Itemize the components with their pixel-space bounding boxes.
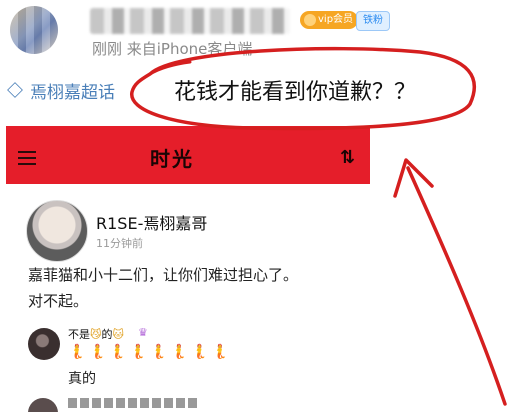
topic-label: 焉栩嘉超话 [30,83,115,103]
mermaid-emoji-icon: 🧜 [108,344,130,360]
inner-post-text-line2: 对不起。 [28,292,89,310]
vip-label: vip会员 [318,14,354,25]
poster-username-blurred[interactable] [90,8,290,34]
topic-link[interactable]: 焉栩嘉超话 [7,78,115,103]
inner-post-author[interactable]: R1SE-焉栩嘉哥 [96,210,207,234]
annotation-circle-overlap [148,60,192,76]
comment-user-suffix: 的 [101,328,113,341]
poster-avatar[interactable] [10,6,58,54]
mermaid-emoji-icon: 🧜 [68,344,89,360]
banner-title: 时光 [150,147,194,171]
annotation-arrow-head [393,158,434,198]
comment-user-prefix: 不是 [68,328,90,341]
next-comment-avatar [28,398,58,412]
vip-icon [304,14,316,26]
menu-icon[interactable] [18,151,36,165]
crown-icon: ♛ [138,326,148,339]
comment-avatar[interactable] [28,328,60,360]
mermaid-emoji-icon: 🧜 [211,344,232,360]
mermaid-emoji-icon: 🧜 [190,344,212,360]
diamond-icon [7,82,23,98]
iron-fan-badge: 铁粉 [356,11,390,31]
annotation-arrow-shaft [406,166,507,406]
mermaid-emoji-icon: 🧜 [88,344,109,360]
inner-post-text-line1: 嘉菲猫和小十二们，让你们难过担心了。 [28,266,299,284]
cat-emoji-icon: 🐱 [112,328,124,341]
emoji-row: 🧜🧜🧜🧜🧜🧜🧜🧜 [68,344,232,360]
cat-emoji-icon: 😼 [90,328,102,341]
comment-text: 真的 [68,371,96,387]
post-text: 花钱才能看到你道歉？？ [174,80,417,105]
next-comment-partial [26,398,326,412]
sort-icon[interactable]: ⇅ [340,147,355,168]
vip-badge: vip会员 [300,11,359,29]
mermaid-emoji-icon: 🧜 [170,344,191,360]
inner-post-time: 11分钟前 [96,237,143,250]
comment-username[interactable]: 不是😼的🐱 [68,326,124,342]
mermaid-emoji-icon: 🧜 [129,344,150,360]
mermaid-emoji-icon: 🧜 [149,344,171,360]
post-meta: 刚刚 来自iPhone客户端 [92,40,253,58]
next-comment-blurred-text [68,398,198,408]
inner-post-avatar[interactable] [26,200,88,262]
